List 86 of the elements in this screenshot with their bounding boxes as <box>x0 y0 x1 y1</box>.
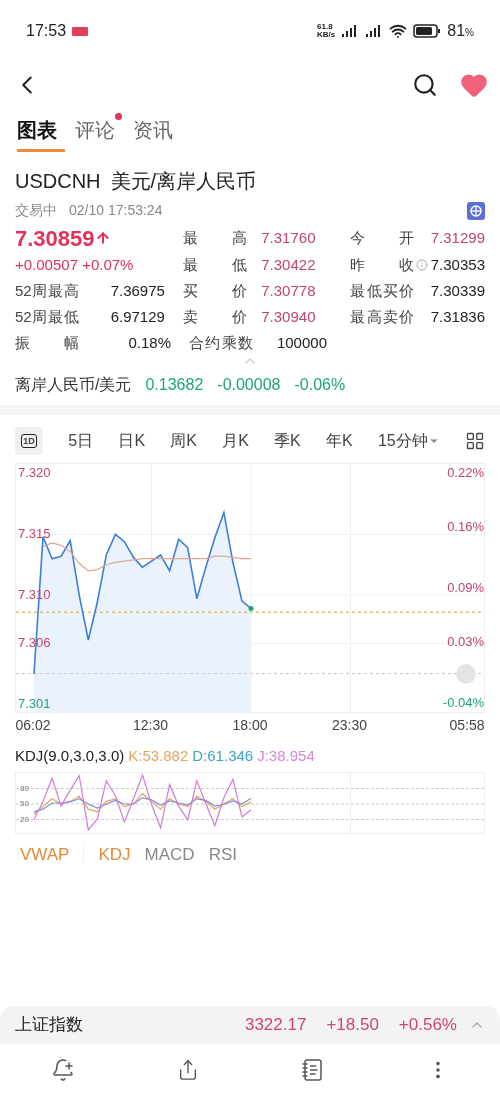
instrument-symbol: USDCNH <box>15 169 101 194</box>
period-tab[interactable]: 月K <box>222 429 249 453</box>
x-axis-label: 18:00 <box>232 716 268 735</box>
percent-axis-label: 0.16% <box>447 518 484 534</box>
current-point <box>248 605 254 611</box>
stat-label: 卖 价 <box>182 306 247 327</box>
stat-label: 最低买价 <box>350 280 415 301</box>
kdj-level-label: 50 <box>20 798 29 808</box>
kdj-value: K:53.882 <box>128 746 189 766</box>
tab[interactable]: 评论 <box>75 111 123 152</box>
kdj-title: KDJ(9.0,3.0,3.0) <box>15 746 125 766</box>
y-axis-label: 7.301 <box>18 695 51 711</box>
stat-label: 昨 收 <box>350 254 415 275</box>
stat-value: 0.18% <box>128 332 171 353</box>
share-icon[interactable] <box>177 1059 199 1081</box>
period-tab[interactable]: 周K <box>170 429 197 453</box>
kdj-value: J:38.954 <box>257 746 315 766</box>
related-name[interactable]: 离岸人民币/美元 <box>15 373 132 397</box>
period-tab[interactable]: 日K <box>118 429 146 453</box>
wifi-icon <box>389 22 408 40</box>
stat-value: 6.97129 <box>110 306 165 327</box>
period-tab[interactable]: 1D <box>15 427 43 455</box>
stat-label: 52周最高 <box>15 280 79 301</box>
grid-icon[interactable] <box>464 431 485 451</box>
scroll-handle[interactable] <box>456 664 476 684</box>
x-axis-label: 06:02 <box>15 716 51 735</box>
stat-value: 100000 <box>276 332 327 353</box>
search-icon[interactable] <box>412 72 438 98</box>
heart-icon[interactable] <box>460 71 488 99</box>
stat-value: 7.30339 <box>430 280 485 301</box>
stat-label: 买 价 <box>182 280 247 301</box>
stat-label: 最高卖价 <box>350 306 415 327</box>
stat-label: 振 幅 <box>15 332 79 353</box>
y-axis-label: 7.320 <box>18 465 51 481</box>
kdj-value: D:61.346 <box>192 746 254 766</box>
percent-axis-label: 0.22% <box>447 465 484 481</box>
stat-label: 合约乘数 <box>189 332 253 353</box>
timestamp: 02/10 17:53:24 <box>69 201 163 220</box>
indicator-tab[interactable]: RSI <box>208 841 237 867</box>
related-change: -0.00008 <box>217 375 281 395</box>
network-speed: 61.8 KB/s <box>317 23 336 39</box>
related-price: 0.13682 <box>145 375 204 395</box>
stat-value: 7.30940 <box>261 306 316 327</box>
stat-value: 7.31760 <box>261 227 316 248</box>
x-axis-label: 23:30 <box>331 716 367 735</box>
index-bar[interactable]: 上证指数 3322.17 +18.50 +0.56% <box>0 1006 500 1044</box>
period-dropdown[interactable]: 15分钟 <box>377 429 440 453</box>
battery-icon <box>413 24 442 38</box>
indicator-tab[interactable]: MACD <box>144 841 195 867</box>
period-tab[interactable]: 季K <box>274 429 301 453</box>
related-change-pct: -0.06% <box>294 375 346 395</box>
tab[interactable]: 图表 <box>17 111 65 152</box>
kdj-level-label: 20 <box>20 814 29 824</box>
stat-value: 7.30422 <box>261 254 316 275</box>
stat-label: 最 低 <box>182 254 247 275</box>
kdj-level-label: 80 <box>20 783 29 793</box>
percent-axis-label: 0.09% <box>447 580 484 596</box>
tab[interactable]: 资讯 <box>133 111 181 152</box>
index-change-pct: +0.56% <box>398 1014 457 1037</box>
index-name: 上证指数 <box>15 1014 84 1037</box>
stat-label: 最 高 <box>182 227 247 248</box>
stat-label: 今 开 <box>350 227 415 248</box>
status-time: 17:53 <box>26 21 67 41</box>
battery-level: 81% <box>447 21 474 41</box>
price-change: +0.00507 +0.07% <box>15 254 135 275</box>
instrument-name: 美元/离岸人民币 <box>110 169 257 194</box>
current-price: 7.30859 <box>15 224 95 253</box>
stat-label: 52周最低 <box>15 306 79 327</box>
period-tab[interactable]: 5日 <box>68 429 94 453</box>
percent-axis-label: 0.03% <box>447 633 484 649</box>
stat-value: 7.36975 <box>110 280 165 301</box>
globe-icon[interactable] <box>467 201 485 220</box>
trading-status: 交易中 <box>15 201 57 220</box>
y-axis-label: 7.315 <box>18 525 51 541</box>
x-axis-label: 12:30 <box>133 716 169 735</box>
stat-value: 7.31836 <box>430 306 485 327</box>
percent-axis-label: -0.04% <box>442 695 484 711</box>
stat-value: 7.31299 <box>430 227 485 248</box>
notes-icon[interactable] <box>301 1058 325 1082</box>
index-change: +18.50 <box>326 1014 379 1037</box>
x-axis-label: 05:58 <box>449 716 485 735</box>
period-tab[interactable]: 年K <box>326 429 353 453</box>
index-value: 3322.17 <box>244 1014 307 1037</box>
stat-value: 7.30778 <box>261 280 316 301</box>
stat-value: 7.30353 <box>430 254 485 275</box>
alert-add-icon[interactable] <box>51 1058 75 1082</box>
